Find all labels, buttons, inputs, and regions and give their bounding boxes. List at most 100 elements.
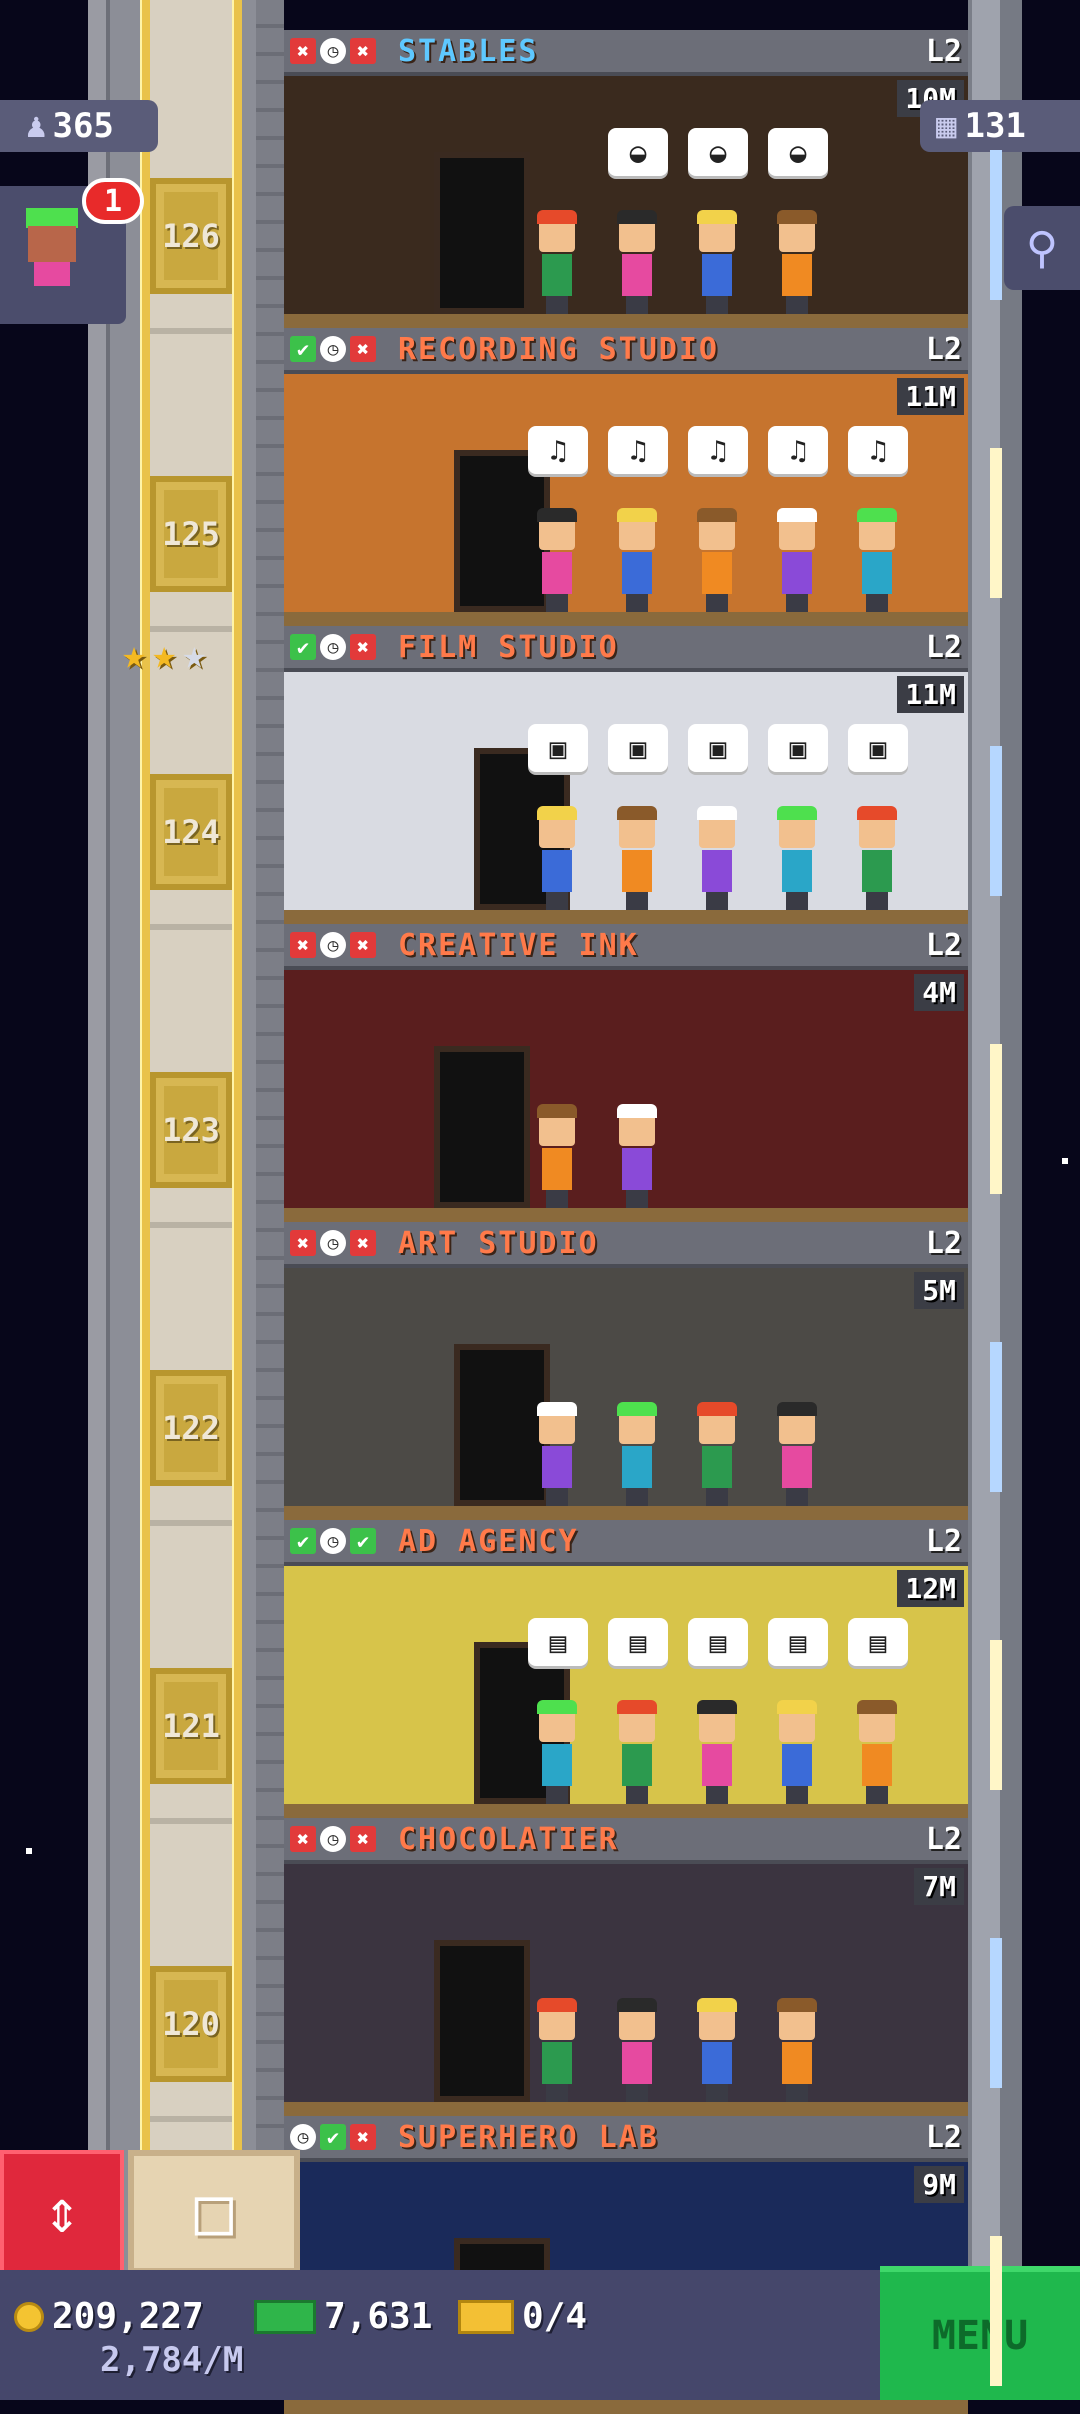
coins-value: 209,227 xyxy=(52,2296,204,2337)
clock-icon: ◷ xyxy=(320,932,346,958)
coins-stat[interactable]: 209,227 xyxy=(14,2296,204,2337)
floor-price-tag: 12M xyxy=(897,1570,964,1607)
building-window xyxy=(990,2236,1002,2386)
clock-icon: ◷ xyxy=(320,1826,346,1852)
tenant-sprite[interactable] xyxy=(774,1700,820,1804)
floor-recording-studio[interactable]: ✔ ◷ ✖ RECORDING STUDIO L2 ♫ ♫ ♫ ♫ ♫ 11M xyxy=(284,328,968,626)
tenant-sprite[interactable] xyxy=(694,806,740,910)
tenant-sprite[interactable] xyxy=(614,508,660,612)
space-star xyxy=(1062,1158,1068,1164)
tenant-sprite[interactable] xyxy=(534,210,580,314)
tickets-stat[interactable]: 0/4 xyxy=(458,2296,587,2337)
tenant-sprite[interactable] xyxy=(614,1104,660,1208)
tenant-sprite[interactable] xyxy=(774,806,820,910)
cross-icon: ✖ xyxy=(350,634,376,660)
floor-header: ✖ ◷ ✖ STABLES L2 xyxy=(284,30,968,76)
shaft-divider xyxy=(150,1520,232,1526)
floor-stables[interactable]: ✖ ◷ ✖ STABLES L2 ◒ ◒ ◒ 10M xyxy=(284,30,968,328)
cross-icon: ✖ xyxy=(290,1230,316,1256)
check-icon: ✔ xyxy=(290,1528,316,1554)
tenant-sprite[interactable] xyxy=(774,508,820,612)
population-counter[interactable]: ♟ 365 xyxy=(0,100,158,152)
tenant-sprite[interactable] xyxy=(774,1402,820,1506)
room-door xyxy=(434,1046,530,1208)
floors-counter[interactable]: ▦ 131 xyxy=(920,100,1080,152)
floor-name: AD AGENCY xyxy=(398,1524,579,1559)
visitor-avatar xyxy=(22,208,82,288)
tenant-sprite[interactable] xyxy=(534,806,580,910)
floor-price-tag: 4M xyxy=(914,974,964,1011)
work-bubble-icon: ▤ xyxy=(688,1618,748,1666)
tenant-sprite[interactable] xyxy=(534,1402,580,1506)
clock-icon: ◷ xyxy=(320,634,346,660)
clock-icon: ◷ xyxy=(320,1528,346,1554)
check-icon: ✔ xyxy=(290,634,316,660)
floor-header: ✖ ◷ ✖ CREATIVE INK L2 xyxy=(284,924,968,970)
tenant-sprite[interactable] xyxy=(694,210,740,314)
cross-icon: ✖ xyxy=(350,38,376,64)
tenant-sprite[interactable] xyxy=(614,1998,660,2102)
floor-header: ✖ ◷ ✖ CHOCOLATIER L2 xyxy=(284,1818,968,1864)
floor-level: L2 xyxy=(925,1822,962,1857)
floor-film-studio[interactable]: ✔ ◷ ✖ FILM STUDIO L2 ▣ ▣ ▣ ▣ ▣ 11M xyxy=(284,626,968,924)
bux-value: 7,631 xyxy=(324,2296,433,2337)
tenant-sprite[interactable] xyxy=(694,1998,740,2102)
rating-star-icon: ★ xyxy=(152,632,177,678)
bux-icon xyxy=(254,2299,316,2334)
tenant-sprite[interactable] xyxy=(854,508,900,612)
visitor-notification-badge: 1 xyxy=(82,178,144,224)
tenant-sprite[interactable] xyxy=(854,806,900,910)
work-bubble-icon: ▤ xyxy=(768,1618,828,1666)
tenant-sprite[interactable] xyxy=(694,1700,740,1804)
floor-chocolatier[interactable]: ✖ ◷ ✖ CHOCOLATIER L2 7M xyxy=(284,1818,968,2116)
tenant-sprite[interactable] xyxy=(694,508,740,612)
tenant-sprite[interactable] xyxy=(534,508,580,612)
shaft-wall xyxy=(88,0,110,2270)
floor-level: L2 xyxy=(925,630,962,665)
work-bubble-icon: ▣ xyxy=(608,724,668,772)
elevator-button[interactable]: ⇕ xyxy=(0,2150,124,2274)
floor-price-tag: 11M xyxy=(897,378,964,415)
room-door xyxy=(434,152,530,314)
tenant-sprite[interactable] xyxy=(614,1402,660,1506)
tenant-sprite[interactable] xyxy=(854,1700,900,1804)
floor-rating-stars: ★ ★ ★ xyxy=(122,632,206,678)
tenant-sprite[interactable] xyxy=(614,210,660,314)
building-window xyxy=(990,150,1002,300)
floor-name: CREATIVE INK xyxy=(398,928,639,963)
tenant-sprite[interactable] xyxy=(774,210,820,314)
floor-room: 4M xyxy=(284,970,968,1222)
tenant-sprite[interactable] xyxy=(614,1700,660,1804)
menu-button[interactable]: MENU xyxy=(880,2266,1080,2400)
tenant-sprite[interactable] xyxy=(614,806,660,910)
floor-header: ◷ ✔ ✖ SUPERHERO LAB L2 xyxy=(284,2116,968,2162)
tenant-sprite[interactable] xyxy=(534,1700,580,1804)
room-floor xyxy=(284,314,968,328)
floor-ad-agency[interactable]: ✔ ◷ ✔ AD AGENCY L2 ▤ ▤ ▤ ▤ ▤ 12M xyxy=(284,1520,968,1818)
shaft-floor-number: 125 xyxy=(150,476,232,592)
work-bubble-icon: ▣ xyxy=(768,724,828,772)
tenant-sprite[interactable] xyxy=(534,1104,580,1208)
tenant-sprite[interactable] xyxy=(534,1998,580,2102)
floor-level: L2 xyxy=(925,34,962,69)
floor-creative-ink[interactable]: ✖ ◷ ✖ CREATIVE INK L2 4M xyxy=(284,924,968,1222)
tenant-sprite[interactable] xyxy=(774,1998,820,2102)
room-floor xyxy=(284,1804,968,1818)
floor-art-studio[interactable]: ✖ ◷ ✖ ART STUDIO L2 5M xyxy=(284,1222,968,1520)
floor-level: L2 xyxy=(925,2120,962,2155)
floor-level: L2 xyxy=(925,1226,962,1261)
ticket-icon xyxy=(458,2299,514,2334)
shaft-floor-number: 124 xyxy=(150,774,232,890)
bux-stat[interactable]: 7,631 xyxy=(254,2296,432,2337)
search-button[interactable]: ⚲ xyxy=(1004,206,1080,290)
tenant-sprite[interactable] xyxy=(694,1402,740,1506)
floor-price-tag: 9M xyxy=(914,2166,964,2203)
build-floor-button[interactable]: □ xyxy=(128,2150,300,2274)
population-value: 365 xyxy=(52,106,114,146)
music-note-icon: ♫ xyxy=(528,426,588,474)
floor-room: 5M xyxy=(284,1268,968,1520)
floor-price-tag: 7M xyxy=(914,1868,964,1905)
room-floor xyxy=(284,1208,968,1222)
clock-icon: ◷ xyxy=(290,2124,316,2150)
building-frame-outer xyxy=(1000,0,1022,2270)
